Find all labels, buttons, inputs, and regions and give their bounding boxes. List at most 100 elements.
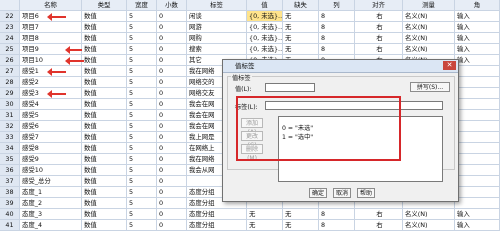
cancel-button[interactable]: 取消 (333, 188, 351, 198)
row-number[interactable]: 22 (0, 11, 20, 22)
cell-label[interactable]: 态度分组 (187, 209, 247, 220)
cell-role[interactable] (455, 165, 500, 176)
cell-align[interactable]: 右 (355, 44, 403, 55)
cell-align[interactable]: 右 (355, 11, 403, 22)
cell-type[interactable]: 数值 (82, 220, 127, 231)
cell-dec[interactable]: 0 (157, 209, 187, 220)
cell-type[interactable]: 数值 (82, 198, 127, 209)
cell-value[interactable]: 无 (247, 220, 283, 231)
cell-dec[interactable]: 0 (157, 220, 187, 231)
cell-width[interactable]: 5 (127, 66, 157, 77)
column-header[interactable]: 值 (247, 0, 283, 11)
close-icon[interactable]: ✕ (443, 61, 456, 70)
cell-label[interactable]: 网购 (187, 33, 247, 44)
cell-type[interactable]: 数值 (82, 132, 127, 143)
cell-type[interactable]: 数值 (82, 165, 127, 176)
row-number[interactable]: 33 (0, 132, 20, 143)
cell-width[interactable]: 5 (127, 22, 157, 33)
cell-type[interactable]: 数值 (82, 176, 127, 187)
cell-cols[interactable]: 8 (319, 209, 355, 220)
row-number[interactable]: 30 (0, 99, 20, 110)
cell-cols[interactable]: 8 (319, 44, 355, 55)
row-number[interactable]: 25 (0, 44, 20, 55)
cell-dec[interactable]: 0 (157, 165, 187, 176)
ok-button[interactable]: 确定 (309, 188, 327, 198)
cell-missing[interactable]: 无 (283, 44, 319, 55)
cell-measure[interactable]: 名义(N) (403, 11, 455, 22)
cell-role[interactable] (455, 132, 500, 143)
cell-role[interactable]: 输入 (455, 33, 500, 44)
cell-name[interactable]: 感受_总分 (20, 176, 82, 187)
row-number[interactable]: 26 (0, 55, 20, 66)
cell-type[interactable]: 数值 (82, 99, 127, 110)
cell-role[interactable] (455, 187, 500, 198)
cell-dec[interactable]: 0 (157, 198, 187, 209)
cell-dec[interactable]: 0 (157, 132, 187, 143)
cell-name[interactable]: 项目8 (20, 33, 82, 44)
column-header[interactable]: 宽度 (127, 0, 157, 11)
cell-type[interactable]: 数值 (82, 187, 127, 198)
cell-role[interactable] (455, 121, 500, 132)
cell-measure[interactable]: 名义(N) (403, 209, 455, 220)
row-number[interactable]: 31 (0, 110, 20, 121)
cell-role[interactable]: 输入 (455, 220, 500, 231)
cell-type[interactable]: 数值 (82, 121, 127, 132)
cell-dec[interactable]: 0 (157, 121, 187, 132)
cell-dec[interactable]: 0 (157, 77, 187, 88)
cell-role[interactable] (455, 66, 500, 77)
cell-width[interactable]: 5 (127, 187, 157, 198)
value-input[interactable] (265, 83, 315, 92)
cell-dec[interactable]: 0 (157, 55, 187, 66)
cell-missing[interactable]: 无 (283, 209, 319, 220)
spell-button[interactable]: 拼写(S)... (410, 82, 450, 92)
cell-name[interactable]: 态度_3 (20, 209, 82, 220)
cell-width[interactable]: 5 (127, 44, 157, 55)
cell-name[interactable]: 感受7 (20, 132, 82, 143)
cell-type[interactable]: 数值 (82, 143, 127, 154)
row-number[interactable]: 27 (0, 66, 20, 77)
cell-cols[interactable]: 8 (319, 33, 355, 44)
cell-cols[interactable]: 8 (319, 11, 355, 22)
cell-cols[interactable]: 8 (319, 22, 355, 33)
cell-name[interactable]: 感受6 (20, 121, 82, 132)
cell-role[interactable]: 输入 (455, 55, 500, 66)
cell-type[interactable]: 数值 (82, 44, 127, 55)
cell-type[interactable]: 数值 (82, 154, 127, 165)
cell-role[interactable]: 输入 (455, 22, 500, 33)
cell-role[interactable] (455, 88, 500, 99)
cell-dec[interactable]: 0 (157, 176, 187, 187)
cell-role[interactable] (455, 110, 500, 121)
cell-missing[interactable]: 无 (283, 33, 319, 44)
cell-name[interactable]: 项目7 (20, 22, 82, 33)
column-header[interactable]: 缺失 (283, 0, 319, 11)
cell-width[interactable]: 5 (127, 132, 157, 143)
cell-width[interactable]: 5 (127, 198, 157, 209)
cell-name[interactable]: 感受10 (20, 165, 82, 176)
row-number[interactable]: 36 (0, 165, 20, 176)
cell-width[interactable]: 5 (127, 176, 157, 187)
column-header[interactable]: 标签 (187, 0, 247, 11)
cell-dec[interactable]: 0 (157, 99, 187, 110)
cell-dec[interactable]: 0 (157, 154, 187, 165)
help-button[interactable]: 帮助 (357, 188, 375, 198)
cell-align[interactable]: 右 (355, 209, 403, 220)
cell-width[interactable]: 5 (127, 110, 157, 121)
cell-dec[interactable]: 0 (157, 11, 187, 22)
cell-width[interactable]: 5 (127, 33, 157, 44)
column-header[interactable]: 角 (455, 0, 500, 11)
cell-type[interactable]: 数值 (82, 88, 127, 99)
cell-value[interactable]: {0, 未选}... (247, 11, 283, 22)
cell-value[interactable]: {0, 未选}... (247, 33, 283, 44)
row-number[interactable]: 38 (0, 187, 20, 198)
cell-align[interactable]: 右 (355, 220, 403, 231)
cell-width[interactable]: 5 (127, 220, 157, 231)
cell-type[interactable]: 数值 (82, 209, 127, 220)
cell-dec[interactable]: 0 (157, 187, 187, 198)
cell-role[interactable] (455, 99, 500, 110)
cell-cols[interactable]: 8 (319, 220, 355, 231)
cell-type[interactable]: 数值 (82, 66, 127, 77)
cell-type[interactable]: 数值 (82, 55, 127, 66)
cell-type[interactable]: 数值 (82, 77, 127, 88)
cell-dec[interactable]: 0 (157, 66, 187, 77)
cell-label[interactable]: 态度分组 (187, 220, 247, 231)
